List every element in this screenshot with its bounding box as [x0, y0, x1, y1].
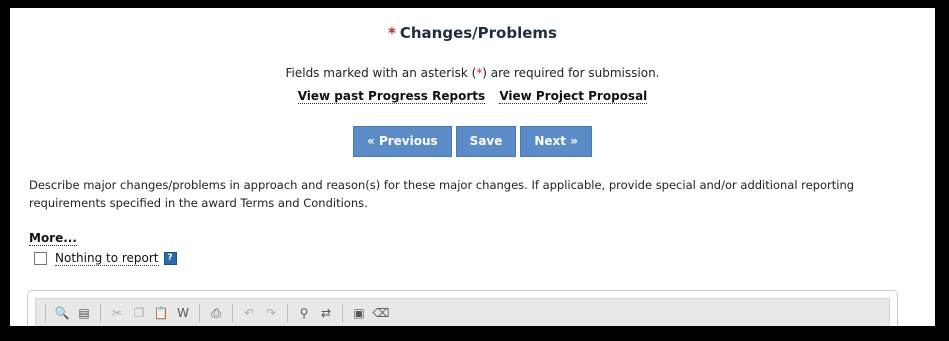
- required-asterisk: *: [388, 24, 396, 42]
- print-icon[interactable]: ⎙: [208, 305, 224, 321]
- report-links: View past Progress Reports View Project …: [10, 89, 935, 104]
- cut-icon[interactable]: ✂: [109, 305, 125, 321]
- remove-format-icon[interactable]: ⌫: [373, 305, 390, 321]
- undo-icon[interactable]: ↶: [241, 305, 257, 321]
- copy-icon[interactable]: ❐: [131, 305, 147, 321]
- navigation-buttons: « Previous Save Next »: [10, 126, 935, 157]
- editor-toolbar: 🔍 ▤ ✂ ❐ 📋 W ⎙ ↶ ↷ ⚲ ⇄ ▣ ⌫: [35, 298, 890, 326]
- templates-icon[interactable]: ▤: [76, 305, 92, 321]
- toolbar-separator: [45, 304, 46, 322]
- toolbar-separator: [199, 304, 200, 322]
- nothing-to-report-row: Nothing to report ?: [34, 251, 177, 266]
- next-button[interactable]: Next »: [520, 126, 592, 157]
- page-frame: * Changes/Problems Fields marked with an …: [10, 8, 935, 326]
- toolbar-separator: [100, 304, 101, 322]
- replace-icon[interactable]: ⇄: [318, 305, 334, 321]
- paste-word-icon[interactable]: W: [175, 305, 191, 321]
- rich-text-editor: 🔍 ▤ ✂ ❐ 📋 W ⎙ ↶ ↷ ⚲ ⇄ ▣ ⌫: [27, 290, 898, 326]
- required-note-text-end: ) are required for submission.: [482, 66, 660, 80]
- more-link[interactable]: More...: [29, 231, 77, 246]
- view-past-progress-reports-link[interactable]: View past Progress Reports: [297, 89, 486, 104]
- toolbar-separator: [342, 304, 343, 322]
- required-note-text: Fields marked with an asterisk (: [285, 66, 477, 80]
- toolbar-separator: [287, 304, 288, 322]
- required-fields-note: Fields marked with an asterisk (*) are r…: [10, 66, 935, 80]
- preview-icon[interactable]: 🔍: [54, 305, 70, 321]
- paste-icon[interactable]: 📋: [153, 305, 169, 321]
- select-all-icon[interactable]: ▣: [351, 305, 367, 321]
- previous-button[interactable]: « Previous: [353, 126, 452, 157]
- find-icon[interactable]: ⚲: [296, 305, 312, 321]
- nothing-to-report-label[interactable]: Nothing to report: [55, 251, 159, 266]
- page-title-text: Changes/Problems: [399, 24, 557, 42]
- redo-icon[interactable]: ↷: [263, 305, 279, 321]
- view-project-proposal-link[interactable]: View Project Proposal: [499, 89, 648, 104]
- help-icon[interactable]: ?: [163, 252, 177, 265]
- save-button[interactable]: Save: [455, 126, 517, 157]
- nothing-to-report-checkbox[interactable]: [34, 252, 47, 265]
- section-description: Describe major changes/problems in appro…: [29, 178, 855, 210]
- page-title: * Changes/Problems: [10, 24, 935, 42]
- toolbar-separator: [232, 304, 233, 322]
